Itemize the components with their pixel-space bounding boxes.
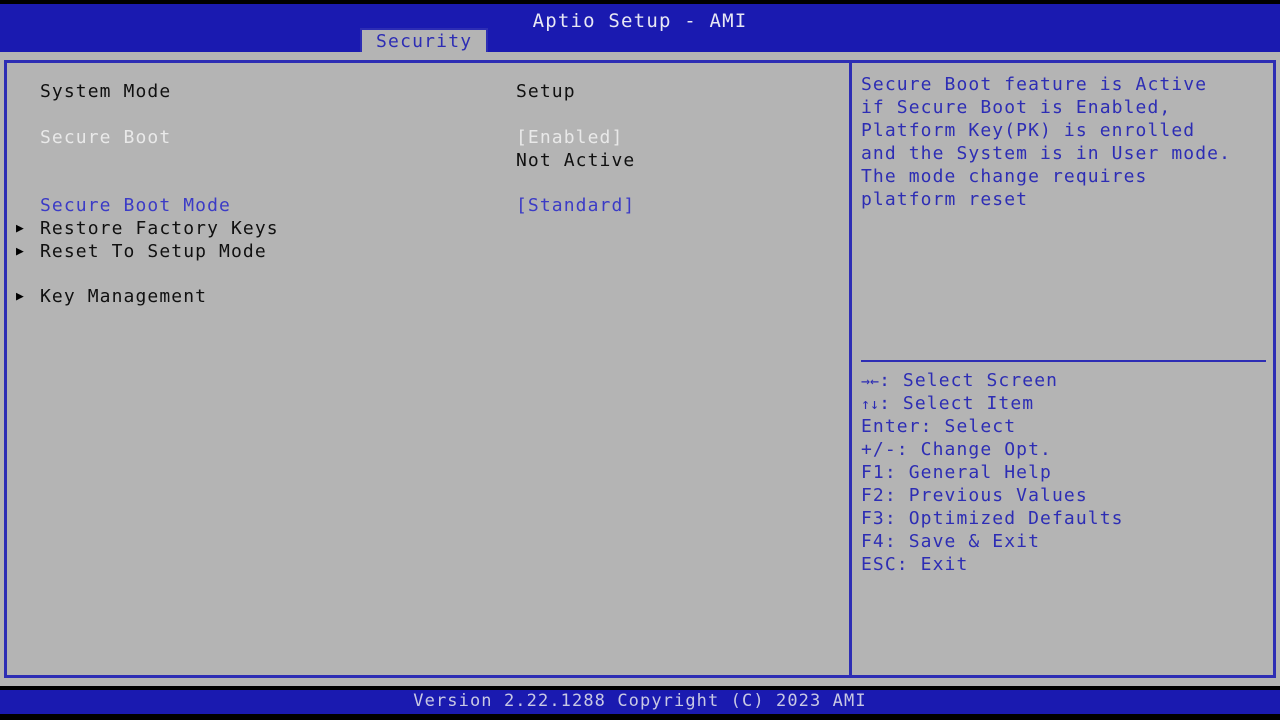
body-area: System Mode Setup Secure Boot [Enabled] Not … <box>0 52 1280 686</box>
setting-row-secure-boot-mode[interactable]: Secure Boot Mode [Standard] <box>7 194 850 217</box>
setting-label: Secure Boot Mode <box>40 195 231 216</box>
key-hint-select-item: ↑↓: Select Item <box>861 392 1271 415</box>
key-hint-f1-general-help: F1: General Help <box>861 461 1271 484</box>
settings-panel: System Mode Setup Secure Boot [Enabled] Not … <box>4 60 850 678</box>
key-hint-label: F3: Optimized Defaults <box>861 508 1124 529</box>
key-legend: →←: Select Screen ↑↓: Select Item Enter: S… <box>861 369 1271 576</box>
key-hint-f3-optimized-defaults: F3: Optimized Defaults <box>861 507 1271 530</box>
setting-label: Reset To Setup Mode <box>40 241 267 262</box>
help-line: platform reset <box>861 189 1029 210</box>
setting-row-key-management[interactable]: ▶ Key Management <box>7 285 850 308</box>
help-text: Secure Boot feature is Active if Secure B… <box>861 73 1271 211</box>
tab-bar: Security <box>0 28 1280 53</box>
setting-label: Restore Factory Keys <box>40 218 279 239</box>
submenu-arrow-icon: ▶ <box>16 244 25 259</box>
key-hint-label: F1: General Help <box>861 462 1052 483</box>
key-hint-f4-save-exit: F4: Save & Exit <box>861 530 1271 553</box>
key-hint-label: F2: Previous Values <box>861 485 1088 506</box>
setting-value[interactable]: [Standard] <box>516 194 635 217</box>
tab-security[interactable]: Security <box>360 28 489 53</box>
setting-label: Secure Boot <box>40 127 172 148</box>
help-line: and the System is in User mode. <box>861 143 1232 164</box>
help-line: The mode change requires <box>861 166 1148 187</box>
arrow-keys-icon: ↑↓ <box>861 395 880 413</box>
help-line: Platform Key(PK) is enrolled <box>861 120 1196 141</box>
key-hint-label: : Select Screen <box>879 370 1059 391</box>
help-separator <box>861 360 1266 362</box>
submenu-arrow-icon: ▶ <box>16 289 25 304</box>
key-hint-label: +/-: Change Opt. <box>861 439 1052 460</box>
arrow-keys-icon: →← <box>861 372 880 390</box>
submenu-arrow-icon: ▶ <box>16 221 25 236</box>
help-line: Secure Boot feature is Active <box>861 74 1208 95</box>
key-hint-enter-select: Enter: Select <box>861 415 1271 438</box>
help-line: if Secure Boot is Enabled, <box>861 97 1172 118</box>
setting-value[interactable]: [Enabled] <box>516 126 623 149</box>
setting-row-restore-factory-keys[interactable]: ▶ Restore Factory Keys <box>7 217 850 240</box>
setting-value[interactable]: Not Active <box>516 149 635 172</box>
setting-row-reset-to-setup-mode[interactable]: ▶ Reset To Setup Mode <box>7 240 850 263</box>
key-hint-label: ESC: Exit <box>861 554 969 575</box>
key-hint-f2-previous-values: F2: Previous Values <box>861 484 1271 507</box>
setting-label: System Mode <box>40 81 172 102</box>
setting-row-secure-boot[interactable]: Secure Boot [Enabled] <box>7 126 850 149</box>
key-hint-label: F4: Save & Exit <box>861 531 1041 552</box>
key-hint-change-opt: +/-: Change Opt. <box>861 438 1271 461</box>
setting-row-secure-boot-state: Not Active <box>7 149 850 172</box>
setting-value[interactable]: Setup <box>516 80 576 103</box>
setting-row-system-mode[interactable]: System Mode Setup <box>7 80 850 103</box>
setting-label: Key Management <box>40 286 208 307</box>
key-hint-label: Enter: Select <box>861 416 1017 437</box>
key-hint-label: : Select Item <box>879 393 1035 414</box>
bios-setup-screen: Aptio Setup - AMI Security System Mode Se… <box>0 0 1280 720</box>
version-text: Version 2.22.1288 Copyright (C) 2023 AMI <box>413 691 867 711</box>
help-panel: Secure Boot feature is Active if Secure B… <box>849 60 1276 678</box>
key-hint-esc-exit: ESC: Exit <box>861 553 1271 576</box>
settings-list: System Mode Setup Secure Boot [Enabled] Not … <box>7 63 850 675</box>
footer-bar: Version 2.22.1288 Copyright (C) 2023 AMI <box>0 690 1280 714</box>
key-hint-select-screen: →←: Select Screen <box>861 369 1271 392</box>
